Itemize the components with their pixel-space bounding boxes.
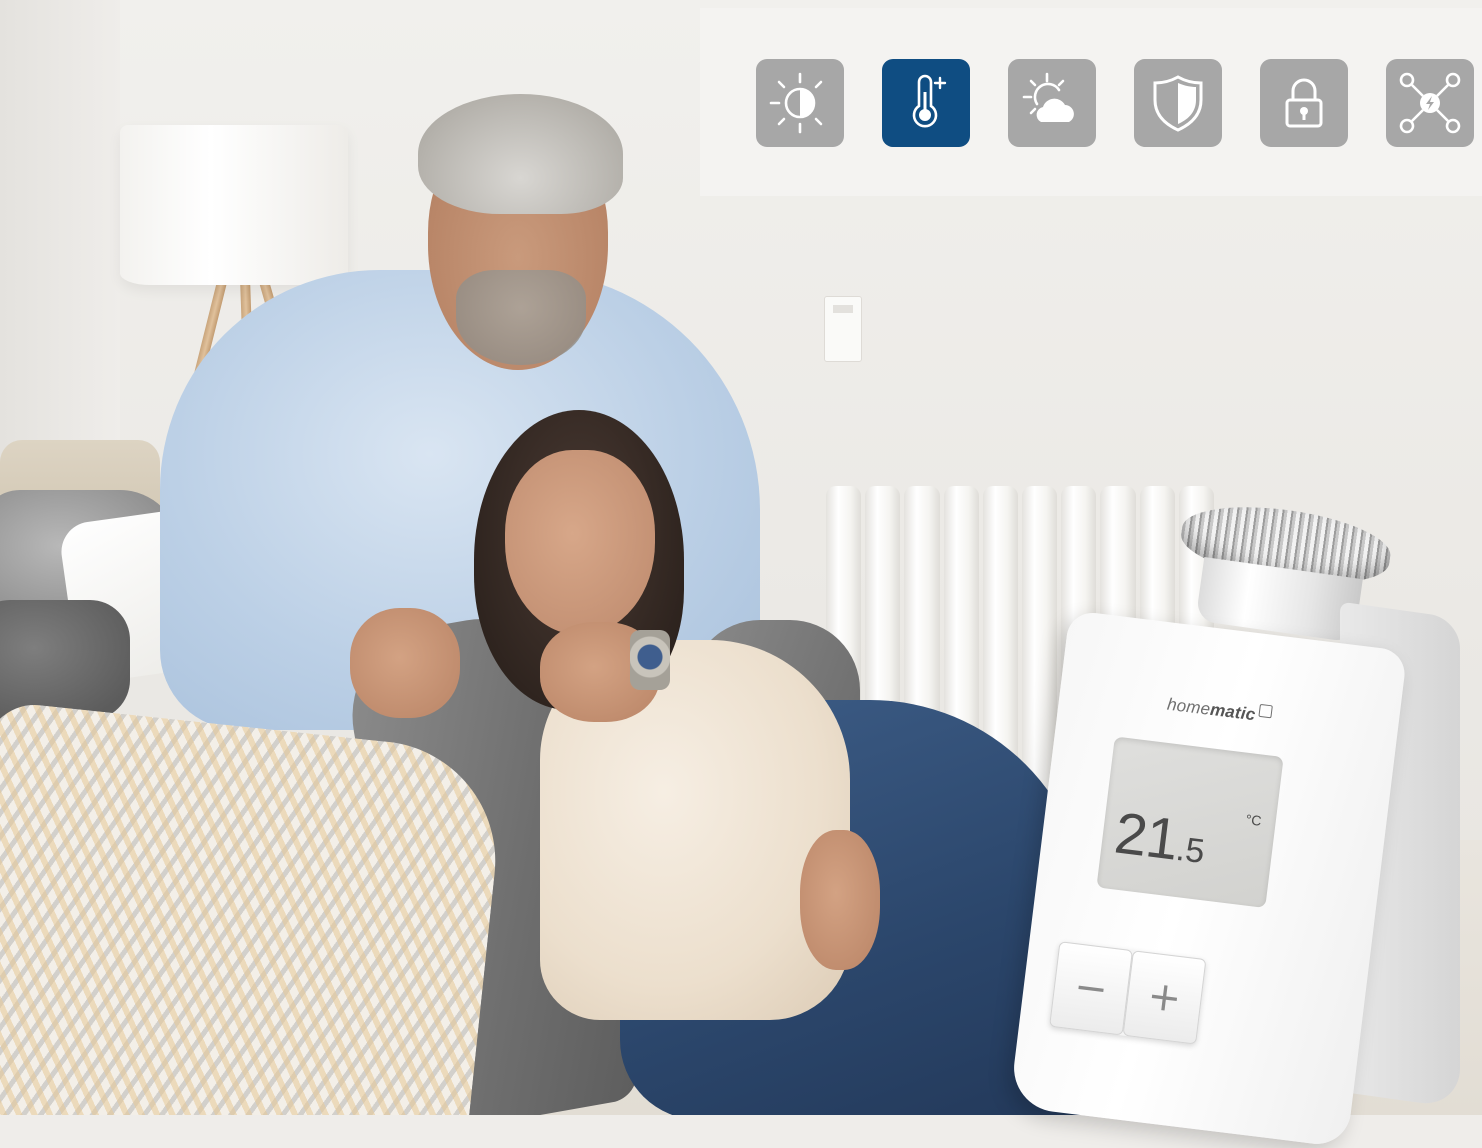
brand-bold: matic xyxy=(1209,699,1257,725)
hand xyxy=(350,608,460,718)
temperature-decimal: .5 xyxy=(1173,829,1207,872)
wristwatch xyxy=(630,630,670,690)
man-beard xyxy=(456,270,586,365)
woman-face xyxy=(505,450,655,635)
weather-icon xyxy=(1008,59,1096,147)
radiator-thermostat: homematic 21.5 °C − + xyxy=(1009,495,1482,1148)
wall-switch xyxy=(824,296,862,362)
device-front: homematic 21.5 °C − + xyxy=(1009,610,1408,1148)
brand-prefix: home xyxy=(1166,694,1212,719)
light-icon xyxy=(756,59,844,147)
hand xyxy=(800,830,880,970)
temperature-integer: 21 xyxy=(1111,800,1182,873)
brand-logo: homematic xyxy=(1166,693,1273,728)
minus-button[interactable]: − xyxy=(1049,941,1134,1036)
shield-icon xyxy=(1134,59,1222,147)
man-hair xyxy=(418,94,623,214)
heating-icon xyxy=(882,59,970,147)
wall-shadow xyxy=(0,0,120,500)
button-panel: − + xyxy=(1049,941,1207,1045)
brand-mark-icon xyxy=(1258,703,1273,719)
lock-icon xyxy=(1260,59,1348,147)
temperature-display: 21.5 °C xyxy=(1096,736,1284,909)
lamp-shade xyxy=(120,125,348,285)
temperature-unit: °C xyxy=(1244,811,1263,829)
pillow xyxy=(0,600,130,720)
feature-icon-bar xyxy=(700,8,1482,196)
network-icon xyxy=(1386,59,1474,147)
knit-blanket xyxy=(0,700,508,1115)
temperature-readout: 21.5 °C xyxy=(1111,799,1262,877)
plus-button[interactable]: + xyxy=(1122,950,1207,1045)
